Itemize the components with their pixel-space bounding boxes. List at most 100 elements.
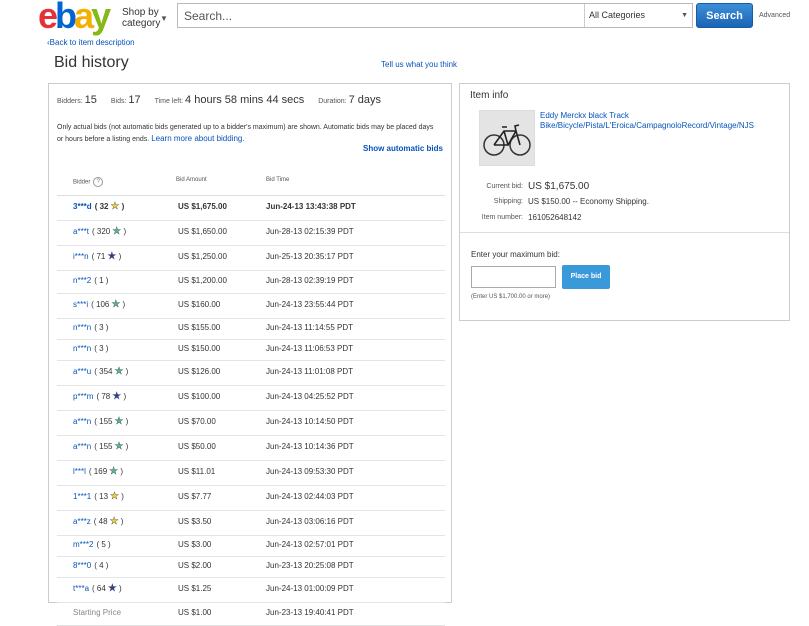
feedback-score[interactable]: ( 71 [92, 252, 106, 261]
bidder-name[interactable]: 3***d [73, 202, 92, 211]
chevron-down-icon: ▼ [681, 12, 688, 19]
bidder-cell: a***n( 155 ★ ) [73, 416, 128, 427]
time-left-label: Time left: [154, 98, 184, 105]
bidder-name[interactable]: i***n [73, 252, 89, 261]
bidder-name[interactable]: a***t [73, 227, 89, 236]
bidder-cell: m***2( 5 ) [73, 540, 111, 549]
bidders-label: Bidders: [57, 98, 83, 105]
feedback-score[interactable]: ( 3 ) [94, 323, 108, 332]
bidder-name[interactable]: p***m [73, 392, 93, 401]
search-button[interactable]: Search [696, 3, 753, 28]
feedback-close-paren: ) [116, 252, 122, 261]
advanced-search-link[interactable]: Advanced [759, 12, 790, 19]
category-select-value: All Categories [589, 10, 646, 20]
feedback-star-icon: ★ [110, 491, 120, 502]
bids-note-text: Only actual bids (not automatic bids gen… [57, 124, 434, 143]
bid-amount: US $1,675.00 [178, 202, 227, 211]
feedback-score[interactable]: ( 155 [94, 417, 112, 426]
back-link-label: Back to item description [49, 38, 135, 47]
feedback-star-icon: ★ [111, 299, 121, 310]
page-title: Bid history [54, 54, 129, 71]
feedback-close-paren: ) [118, 467, 123, 476]
divider [460, 232, 789, 233]
bidder-cell: a***z( 48 ★ ) [73, 516, 123, 527]
feedback-score[interactable]: ( 32 [95, 202, 109, 211]
feedback-star-icon: ★ [112, 226, 122, 237]
help-icon[interactable]: ? [93, 177, 104, 187]
place-bid-button[interactable]: Place bid [562, 265, 610, 289]
bidder-cell: i***n( 71 ★ ) [73, 251, 122, 262]
ebay-logo[interactable]: ebay [38, 0, 111, 34]
feedback-score[interactable]: ( 48 [94, 517, 108, 526]
bidder-name[interactable]: 1***1 [73, 492, 91, 501]
bidder-name[interactable]: a***u [73, 367, 91, 376]
feedback-score[interactable]: ( 169 [89, 467, 107, 476]
feedback-score[interactable]: ( 354 [94, 367, 112, 376]
bids-label: Bids: [110, 98, 127, 105]
bid-amount: US $1.25 [178, 584, 212, 593]
bid-amount: US $3.50 [178, 517, 212, 526]
bidder-cell: 3***d( 32 ★ ) [73, 201, 124, 212]
feedback-score[interactable]: ( 1 ) [94, 276, 108, 285]
bid-time: Jun-24-13 01:00:09 PDT [266, 584, 354, 593]
feedback-score[interactable]: ( 320 [92, 227, 110, 236]
feedback-link[interactable]: Tell us what you think [381, 60, 457, 69]
item-number-label: Item number: [481, 214, 523, 221]
table-row: l***l( 169 ★ ) US $11.01 Jun-24-13 09:53:30… [57, 461, 445, 486]
table-row: n***n( 3 ) US $155.00 Jun-24-13 11:14:55 P… [57, 319, 445, 340]
feedback-close-paren: ) [123, 367, 129, 376]
show-automatic-bids-link[interactable]: Show automatic bids [363, 144, 443, 153]
bidders-count: 15 [84, 94, 97, 106]
feedback-score[interactable]: ( 3 ) [94, 344, 108, 353]
bid-history-panel: Bidders: 15 Bids: 17 Time left: 4 hours … [48, 83, 452, 626]
bidder-name[interactable]: m***2 [73, 540, 93, 549]
bidder-name[interactable]: n***2 [73, 276, 91, 285]
chevron-down-icon: ▼ [160, 14, 168, 23]
bidder-cell: a***t( 320 ★ ) [73, 226, 126, 237]
bid-time: Jun-28-13 02:15:39 PDT [266, 227, 354, 236]
bidder-name[interactable]: s***i [73, 300, 88, 309]
bidder-cell: n***2( 1 ) [73, 276, 108, 285]
bidder-name[interactable]: l***l [73, 467, 86, 476]
max-bid-input[interactable] [471, 266, 556, 288]
feedback-score[interactable]: ( 5 ) [96, 540, 110, 549]
feedback-score[interactable]: ( 106 [91, 300, 109, 309]
feedback-star-icon: ★ [107, 251, 117, 262]
bidder-name[interactable]: a***n [73, 417, 91, 426]
shipping-row: Shipping: US $150.00 -- Economy Shipping… [460, 197, 790, 209]
bidder-name[interactable]: a***z [73, 517, 91, 526]
bidder-name[interactable]: n***n [73, 344, 91, 353]
back-link[interactable]: ‹Back to item description [47, 38, 135, 47]
learn-more-link[interactable]: Learn more about bidding. [151, 134, 244, 143]
bidder-cell: a***u( 354 ★ ) [73, 366, 129, 377]
feedback-score[interactable]: ( 4 ) [94, 561, 108, 570]
bid-amount: US $126.00 [178, 367, 221, 376]
category-select[interactable]: All Categories ▼ [584, 4, 692, 27]
feedback-score[interactable]: ( 78 [96, 392, 110, 401]
search-input[interactable] [178, 4, 595, 27]
bidder-name[interactable]: t***a [73, 584, 89, 593]
bid-time: Jun-24-13 04:25:52 PDT [266, 392, 354, 401]
bidder-header-label: Bidder [73, 179, 91, 186]
item-thumbnail[interactable] [479, 110, 535, 166]
bid-time: Jun-24-13 11:14:55 PDT [266, 323, 354, 332]
bidder-name[interactable]: a***n [73, 442, 91, 451]
bidder-cell: Starting Price [73, 608, 121, 617]
feedback-score[interactable]: ( 155 [94, 442, 112, 451]
item-title-link[interactable]: Eddy Merckx black Track Bike/Bicycle/Pis… [540, 111, 785, 131]
bid-table: Bidder? Bid Amount Bid Time 3***d( 32 ★ )… [57, 169, 445, 626]
bid-amount: US $3.00 [178, 540, 212, 549]
feedback-score[interactable]: ( 64 [92, 584, 106, 593]
feedback-score[interactable]: ( 13 [94, 492, 108, 501]
shop-by-category-button[interactable]: Shop by category ▼ [122, 7, 168, 29]
bidder-name[interactable]: 8***0 [73, 561, 91, 570]
bid-rows: 3***d( 32 ★ ) US $1,675.00 Jun-24-13 13:43:… [57, 196, 445, 626]
feedback-star-icon: ★ [107, 583, 117, 594]
bidder-name[interactable]: n***n [73, 323, 91, 332]
feedback-close-paren: ) [123, 442, 129, 451]
bid-time: Jun-28-13 02:39:19 PDT [266, 276, 354, 285]
bid-summary: Bidders: 15 Bids: 17 Time left: 4 hours … [57, 94, 393, 106]
time-left-value: 4 hours 58 mins 44 secs [185, 94, 305, 106]
bid-amount: US $70.00 [178, 417, 216, 426]
table-row: i***n( 71 ★ ) US $1,250.00 Jun-25-13 20:35:… [57, 246, 445, 271]
